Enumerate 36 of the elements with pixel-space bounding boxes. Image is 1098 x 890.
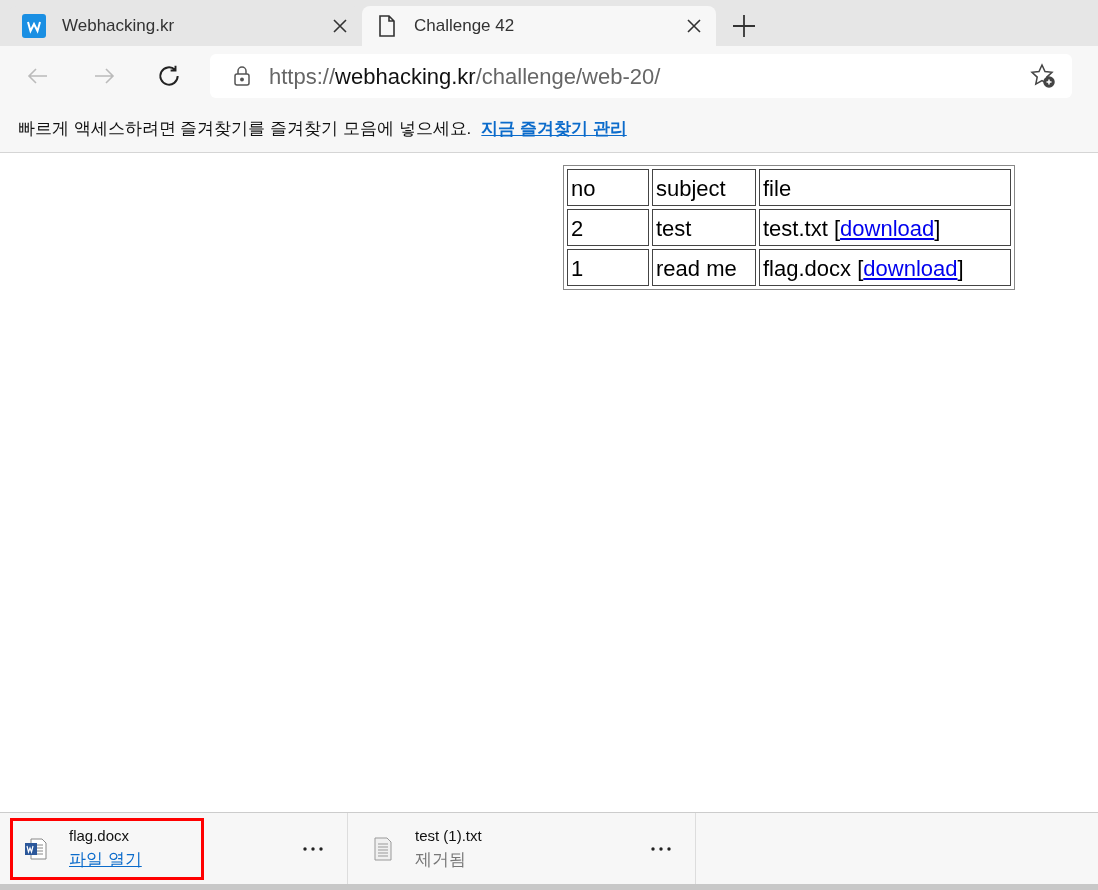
download-status[interactable]: 파일 열기: [69, 847, 142, 873]
download-item[interactable]: flag.docx 파일 열기: [10, 817, 204, 880]
table-cell: test.txt [download]: [759, 209, 1011, 246]
table-cell: 2: [567, 209, 649, 246]
tab-title: Webhacking.kr: [62, 15, 176, 38]
column-header: file: [759, 169, 1011, 206]
file-name: test (1).txt: [415, 825, 482, 846]
download-link[interactable]: download: [840, 216, 935, 241]
url-text: https://webhacking.kr/challenge/web-20/: [269, 62, 661, 91]
text-file-icon: [372, 836, 394, 861]
tab-title: Challenge 42: [414, 15, 516, 38]
new-tab-icon[interactable]: [732, 14, 756, 38]
table-cell: test: [652, 209, 756, 246]
table-cell: flag.docx [download]: [759, 249, 1011, 286]
download-link[interactable]: download: [863, 256, 958, 281]
site-logo-icon: [22, 14, 46, 38]
column-header: no: [567, 169, 649, 206]
word-document-icon: [24, 836, 48, 861]
table-cell: 1: [567, 249, 649, 286]
column-header: subject: [652, 169, 756, 206]
close-icon[interactable]: [332, 18, 348, 34]
star-add-icon[interactable]: [1030, 63, 1056, 89]
lock-icon: [232, 65, 252, 87]
refresh-icon[interactable]: [156, 63, 182, 89]
manage-favorites-link[interactable]: 지금 즐겨찾기 관리: [481, 116, 627, 142]
more-options-icon[interactable]: [651, 846, 671, 851]
page-icon: [376, 14, 398, 38]
download-status: 제거됨: [415, 849, 467, 871]
more-options-icon[interactable]: [303, 846, 323, 851]
close-icon[interactable]: [686, 18, 702, 34]
download-item[interactable]: test (1).txt 제거됨: [358, 817, 552, 880]
browser-tab[interactable]: Challenge 42: [362, 6, 716, 46]
favorites-hint: 빠르게 액세스하려면 즐겨찾기를 즐겨찾기 모음에 넣으세요.: [18, 118, 472, 141]
address-field[interactable]: https://webhacking.kr/challenge/web-20/: [210, 54, 1072, 98]
table-cell: read me: [652, 249, 756, 286]
file-name: flag.docx: [69, 825, 131, 846]
